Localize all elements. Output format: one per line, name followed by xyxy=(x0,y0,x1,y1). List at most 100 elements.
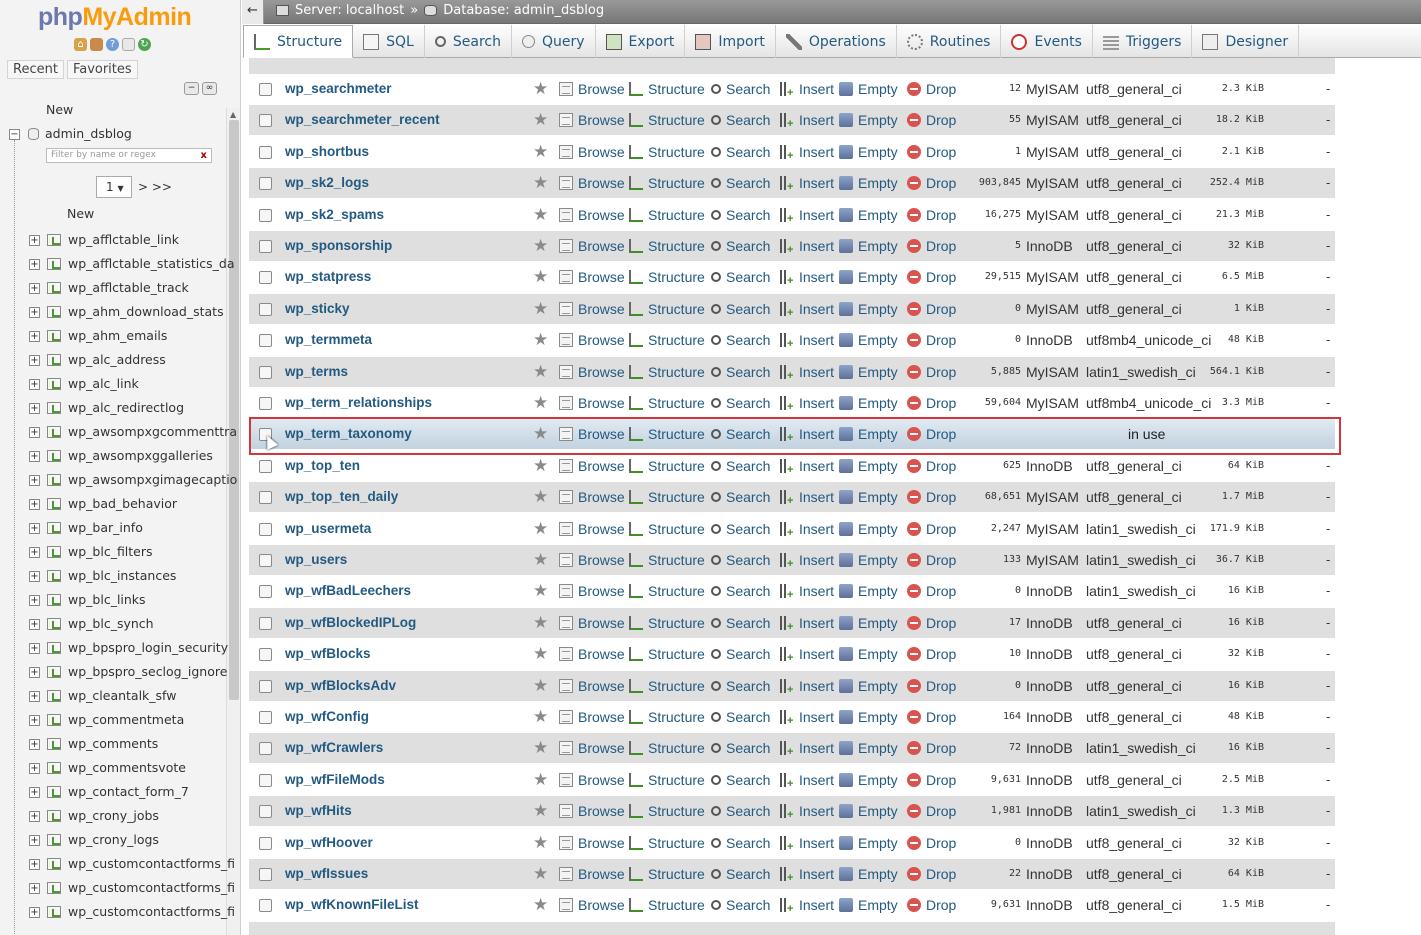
row-checkbox[interactable] xyxy=(259,114,272,128)
row-checkbox[interactable] xyxy=(259,145,272,159)
structure-action[interactable]: Structure xyxy=(629,514,705,544)
table-structure-icon[interactable] xyxy=(47,282,61,294)
table-row[interactable]: wp_terms ★ Browse Structure Search Insert Empt… xyxy=(249,356,1335,391)
table-row[interactable]: wp_shortbus ★ Browse Structure Search Insert E… xyxy=(249,136,1335,171)
favorite-star-icon[interactable]: ★ xyxy=(533,231,548,261)
row-checkbox[interactable] xyxy=(259,397,272,410)
browse-action[interactable]: Browse xyxy=(559,388,625,418)
browse-action[interactable]: Browse xyxy=(559,419,625,449)
browse-action[interactable]: Browse xyxy=(559,105,625,135)
table-row[interactable]: wp_wfHits ★ Browse Structure Search Insert Emp… xyxy=(249,796,1335,830)
tab-structure[interactable]: Structure xyxy=(243,25,354,58)
tab-sql[interactable]: SQL xyxy=(353,25,425,58)
table-name-link[interactable]: wp_wfCrawlers xyxy=(285,733,383,763)
nav-table-item[interactable]: wp_customcontactforms_fi xyxy=(68,904,235,919)
search-action[interactable]: Search xyxy=(711,545,770,575)
row-checkbox[interactable] xyxy=(259,554,272,567)
table-row[interactable]: wp_users ★ Browse Structure Search Insert Empt… xyxy=(249,545,1335,579)
browse-action[interactable]: Browse xyxy=(559,545,625,575)
search-action[interactable]: Search xyxy=(711,514,770,544)
row-checkbox[interactable] xyxy=(259,868,272,881)
browse-action[interactable]: Browse xyxy=(559,294,625,324)
empty-action[interactable]: Empty xyxy=(839,105,898,135)
table-row[interactable]: wp_usermeta ★ Browse Structure Search Insert E… xyxy=(249,513,1335,548)
row-checkbox[interactable] xyxy=(259,679,272,693)
breadcrumb-database[interactable]: Database: admin_dsblog xyxy=(443,3,604,18)
insert-action[interactable]: Insert xyxy=(780,105,834,139)
table-row[interactable]: wp_top_ten ★ Browse Structure Search Insert Em… xyxy=(249,450,1335,485)
nav-table-item[interactable]: wp_alc_address xyxy=(68,352,166,367)
table-name-link[interactable]: wp_wfFileMods xyxy=(285,765,385,795)
favorite-star-icon[interactable]: ★ xyxy=(533,733,548,763)
tab-triggers[interactable]: Triggers xyxy=(1093,25,1193,58)
table-structure-icon[interactable] xyxy=(47,234,61,246)
expand-table-icon[interactable]: + xyxy=(29,523,40,534)
tree-db-admin-dsblog[interactable]: admin_dsblog xyxy=(28,126,132,141)
row-checkbox[interactable] xyxy=(259,240,272,253)
nav-table-item[interactable]: wp_crony_logs xyxy=(68,832,159,847)
search-action[interactable]: Search xyxy=(711,859,770,889)
expand-table-icon[interactable]: + xyxy=(29,475,40,486)
table-row[interactable]: wp_term_taxonomy ★ Browse Structure Search In… xyxy=(249,419,1335,453)
search-action[interactable]: Search xyxy=(711,482,770,512)
table-row[interactable]: wp_term_relationships ★ Browse Structure Sea… xyxy=(249,388,1335,422)
favorite-star-icon[interactable]: ★ xyxy=(533,137,548,167)
structure-action[interactable]: Structure xyxy=(629,576,705,606)
table-structure-icon[interactable] xyxy=(47,258,61,270)
empty-action[interactable]: Empty xyxy=(839,890,898,920)
structure-action[interactable]: Structure xyxy=(629,765,705,795)
structure-action[interactable]: Structure xyxy=(629,325,705,355)
row-checkbox[interactable] xyxy=(259,302,272,316)
nav-table-item[interactable]: wp_awsompxggalleries xyxy=(68,448,213,463)
browse-action[interactable]: Browse xyxy=(559,168,625,198)
favorite-star-icon[interactable]: ★ xyxy=(533,388,548,418)
table-name-link[interactable]: wp_wfBlockedIPLog xyxy=(285,608,416,638)
nav-table-item[interactable]: wp_afflctable_link xyxy=(68,232,179,247)
recent-tab[interactable]: Recent xyxy=(7,60,64,79)
browse-action[interactable]: Browse xyxy=(559,796,625,826)
table-name-link[interactable]: wp_sticky xyxy=(285,294,350,324)
favorite-star-icon[interactable]: ★ xyxy=(533,105,548,135)
empty-action[interactable]: Empty xyxy=(839,608,898,638)
row-checkbox[interactable] xyxy=(259,459,272,473)
structure-action[interactable]: Structure xyxy=(629,419,705,449)
empty-action[interactable]: Empty xyxy=(839,200,898,230)
table-structure-icon[interactable] xyxy=(47,546,61,558)
tree-new-table[interactable]: New xyxy=(46,206,94,221)
structure-action[interactable]: Structure xyxy=(629,105,705,135)
tab-operations[interactable]: Operations xyxy=(776,25,897,58)
expand-table-icon[interactable]: + xyxy=(29,883,40,894)
row-checkbox[interactable] xyxy=(259,773,272,787)
insert-action[interactable]: Insert xyxy=(780,231,834,265)
expand-table-icon[interactable]: + xyxy=(29,499,40,510)
row-checkbox[interactable] xyxy=(259,83,272,96)
table-structure-icon[interactable] xyxy=(47,690,61,702)
nav-table-item[interactable]: wp_alc_redirectlog xyxy=(68,400,184,415)
structure-action[interactable]: Structure xyxy=(629,137,705,167)
favorite-star-icon[interactable]: ★ xyxy=(533,828,548,858)
empty-action[interactable]: Empty xyxy=(839,514,898,544)
insert-action[interactable]: Insert xyxy=(780,702,834,736)
favorite-star-icon[interactable]: ★ xyxy=(533,890,548,920)
structure-action[interactable]: Structure xyxy=(629,733,705,763)
insert-action[interactable]: Insert xyxy=(780,608,834,642)
browse-action[interactable]: Browse xyxy=(559,765,625,795)
favorite-star-icon[interactable]: ★ xyxy=(533,357,548,387)
insert-action[interactable]: Insert xyxy=(780,325,834,359)
row-checkbox[interactable] xyxy=(259,616,272,630)
insert-action[interactable]: Insert xyxy=(780,137,834,171)
next-page-link[interactable]: > >> xyxy=(138,180,172,194)
expand-table-icon[interactable]: + xyxy=(29,667,40,678)
search-action[interactable]: Search xyxy=(711,105,770,135)
structure-action[interactable]: Structure xyxy=(629,702,705,732)
table-name-link[interactable]: wp_wfConfig xyxy=(285,702,369,732)
browse-action[interactable]: Browse xyxy=(559,325,625,355)
search-action[interactable]: Search xyxy=(711,765,770,795)
row-checkbox[interactable] xyxy=(259,711,272,724)
empty-action[interactable]: Empty xyxy=(839,74,898,104)
structure-action[interactable]: Structure xyxy=(629,74,705,104)
insert-action[interactable]: Insert xyxy=(780,859,834,893)
table-name-link[interactable]: wp_termmeta xyxy=(285,325,372,355)
structure-action[interactable]: Structure xyxy=(629,859,705,889)
nav-table-item[interactable]: wp_bpspro_seclog_ignore xyxy=(68,664,227,679)
